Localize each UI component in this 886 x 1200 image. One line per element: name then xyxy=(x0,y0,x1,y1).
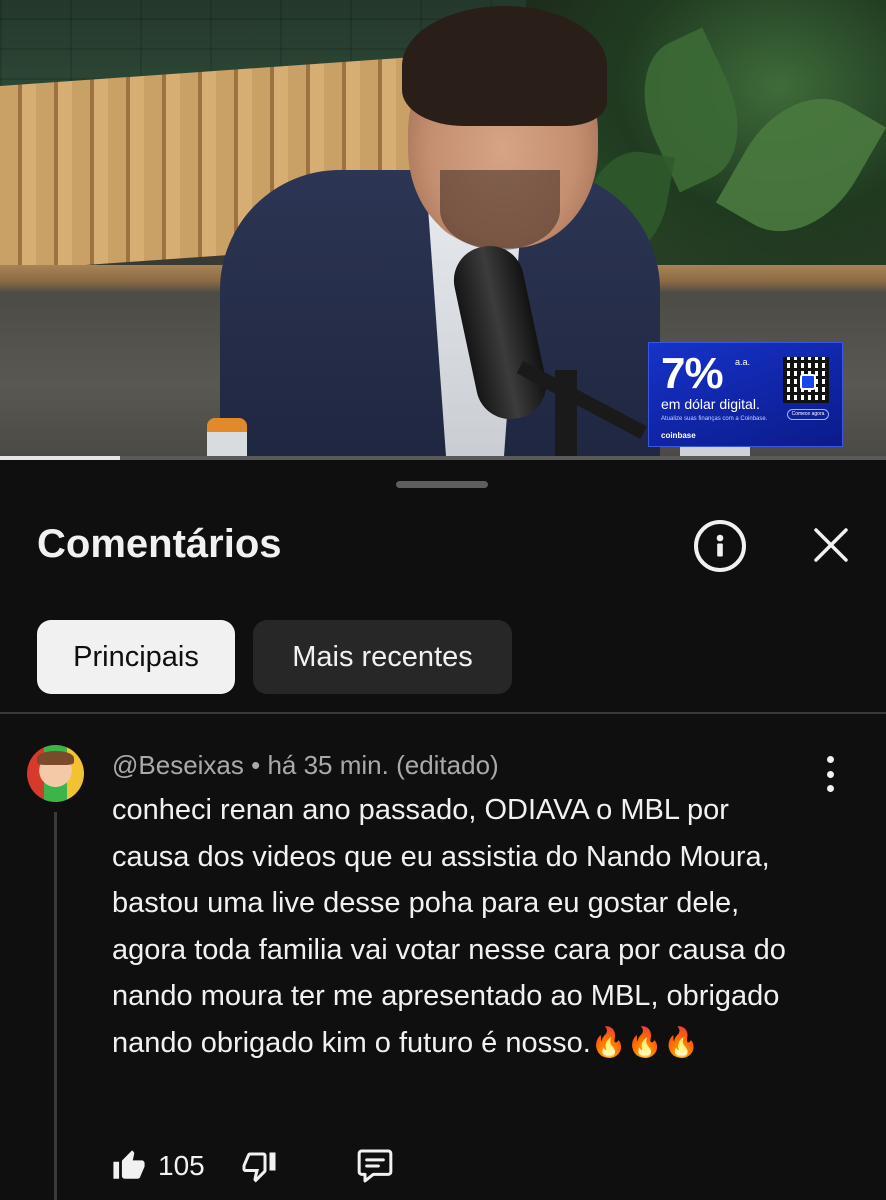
sheet-title: Comentários xyxy=(37,522,282,566)
reply-icon xyxy=(357,1149,393,1183)
video-player[interactable]: 7% a.a. em dólar digital. Atualize suas … xyxy=(0,0,886,460)
like-count: 105 xyxy=(158,1150,205,1181)
ad-overlay[interactable]: 7% a.a. em dólar digital. Atualize suas … xyxy=(648,342,843,447)
divider xyxy=(0,712,886,714)
avatar[interactable] xyxy=(27,745,84,802)
ad-tagline: em dólar digital. xyxy=(661,396,760,412)
ad-headline: 7% xyxy=(661,349,724,398)
close-icon xyxy=(814,528,848,562)
avatar-hair xyxy=(37,751,74,765)
info-button[interactable] xyxy=(694,520,746,572)
ad-brand: coinbase xyxy=(661,431,696,440)
progress-bar[interactable] xyxy=(0,456,886,460)
qr-code-icon xyxy=(783,357,829,403)
ad-cta-button[interactable]: Comece agora xyxy=(787,409,829,420)
comment-meta[interactable]: @Beseixas • há 35 min. (editado) xyxy=(112,750,499,781)
comment-text: conheci renan ano passado, ODIAVA o MBL … xyxy=(112,794,786,1059)
thumbs-up-icon xyxy=(113,1150,145,1179)
ad-rate-suffix: a.a. xyxy=(735,357,751,367)
comment-actions: 105 xyxy=(112,1142,395,1190)
speaker-beard xyxy=(440,170,560,250)
more-button[interactable] xyxy=(818,756,842,792)
progress-fill xyxy=(0,456,120,460)
ad-subline: Atualize suas finanças com a Coinbase. xyxy=(661,416,768,422)
thread-line xyxy=(54,812,57,1200)
chip-mais-recentes[interactable]: Mais recentes xyxy=(253,620,512,694)
microphone-stand xyxy=(555,370,577,460)
more-vert-icon-dot xyxy=(826,770,834,778)
more-vert-icon-dot xyxy=(826,785,834,792)
thumbs-down-icon xyxy=(242,1152,276,1183)
more-vert-icon xyxy=(826,756,834,763)
close-button[interactable] xyxy=(806,520,856,570)
info-icon xyxy=(716,534,724,557)
drag-handle[interactable] xyxy=(396,481,488,488)
like-button[interactable]: 105 xyxy=(112,1149,205,1183)
chip-principais[interactable]: Principais xyxy=(37,620,235,694)
water-bottle xyxy=(207,418,247,460)
speaker-hair xyxy=(402,6,607,126)
dislike-button[interactable] xyxy=(241,1148,277,1184)
reply-button[interactable] xyxy=(355,1146,395,1186)
